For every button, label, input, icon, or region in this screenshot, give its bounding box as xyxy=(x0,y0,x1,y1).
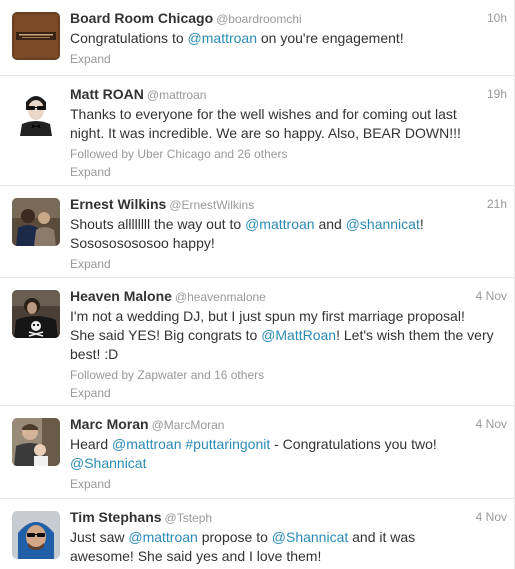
tweet-text-segment: Shouts allllllll the way out to xyxy=(70,216,246,232)
author-handle[interactable]: @boardroomchi xyxy=(216,12,302,26)
tweet-text-line: awesome! She said yes and I love them! xyxy=(70,547,507,566)
followed-by-note[interactable]: Followed by Zapwater and 16 others xyxy=(70,367,507,383)
author-handle[interactable]: @MarcMoran xyxy=(152,418,225,432)
mention-link[interactable]: @mattroan xyxy=(245,216,314,232)
tweet-text: I'm not a wedding DJ, but I just spun my… xyxy=(70,307,507,364)
author-handle[interactable]: @heavenmalone xyxy=(175,290,266,304)
tweet-text: Thanks to everyone for the well wishes a… xyxy=(70,105,507,143)
tweet-text-segment: ! xyxy=(419,216,424,232)
tweet-item[interactable]: Tim Stephans @Tsteph 4 Nov Just saw @matt… xyxy=(0,499,515,569)
tweet-text-line: Just saw @mattroan propose to @Shannicat… xyxy=(70,528,507,547)
expand-link[interactable]: Expand xyxy=(70,385,507,401)
tweet-text-line: I'm not a wedding DJ, but I just spun my… xyxy=(70,307,507,326)
tweet-text-segment: and it was xyxy=(348,529,416,545)
expand-link[interactable]: Expand xyxy=(70,164,507,180)
tweet-text-segment: Heard xyxy=(70,436,113,452)
timestamp[interactable]: 10h xyxy=(487,11,507,25)
author-handle[interactable]: @Tsteph xyxy=(165,511,213,525)
author-name[interactable]: Marc Moran xyxy=(70,416,149,432)
tweet-text-segment: propose to xyxy=(197,529,272,545)
tweet-text-line: Thanks to everyone for the well wishes a… xyxy=(70,105,507,124)
man-sunglasses-bowtie-avatar[interactable] xyxy=(12,88,60,136)
hashtag-link[interactable]: #puttaringonit xyxy=(185,436,270,452)
mention-link[interactable]: @mattroan xyxy=(188,30,257,46)
tweet-text-line: Heard @mattroan #puttaringonit - Congrat… xyxy=(70,435,507,454)
followed-by-note[interactable]: Followed by Uber Chicago and 26 others xyxy=(70,146,507,162)
timestamp[interactable]: 19h xyxy=(487,87,507,101)
author-name[interactable]: Tim Stephans xyxy=(70,509,162,525)
expand-link[interactable]: Expand xyxy=(70,256,507,272)
mention-link[interactable]: @MattRoan xyxy=(261,327,336,343)
tweet-text-line: Shouts allllllll the way out to @mattroa… xyxy=(70,215,507,234)
tweet-text-segment: Congratulations to xyxy=(70,30,188,46)
tweet-text-segment: Sosososososoo happy! xyxy=(70,235,215,251)
tweet-item[interactable]: Matt ROAN @mattroan 19h Thanks to everyon… xyxy=(0,76,515,186)
tweet-text-line: night. It was incredible. We are so happ… xyxy=(70,124,507,143)
tweet-text-segment: on you're engagement! xyxy=(257,30,404,46)
timestamp[interactable]: 21h xyxy=(487,197,507,211)
mention-link[interactable]: @Shannicat xyxy=(272,529,348,545)
tweet-text-line: Sosososososoo happy! xyxy=(70,234,507,253)
man-with-baby-avatar[interactable] xyxy=(12,418,60,466)
tweet-item[interactable]: Heaven Malone @heavenmalone 4 Nov I'm not… xyxy=(0,278,515,406)
tweet-text-segment: Just saw xyxy=(70,529,129,545)
expand-link[interactable]: Expand xyxy=(70,476,507,492)
two-people-photo-avatar[interactable] xyxy=(12,198,60,246)
mention-link[interactable]: @mattroan xyxy=(128,529,197,545)
tweet-text-segment: best! :D xyxy=(70,346,119,362)
boardroom-logo-avatar[interactable] xyxy=(12,12,60,60)
mention-link[interactable]: @shannicat xyxy=(346,216,420,232)
expand-link[interactable]: Expand xyxy=(70,51,507,67)
tweet-text-segment: Thanks to everyone for the well wishes a… xyxy=(70,106,457,122)
author-name[interactable]: Ernest Wilkins xyxy=(70,196,166,212)
skull-shirt-avatar[interactable] xyxy=(12,290,60,338)
tweet-text-line: She said YES! Big congrats to @MattRoan!… xyxy=(70,326,507,345)
tweet-text-segment: awesome! She said yes and I love them! xyxy=(70,548,322,564)
tweet-text: Shouts allllllll the way out to @mattroa… xyxy=(70,215,507,253)
tweet-text-line: Congratulations to @mattroan on you're e… xyxy=(70,29,507,48)
author-name[interactable]: Board Room Chicago xyxy=(70,10,213,26)
mention-link[interactable]: @Shannicat xyxy=(70,455,146,471)
timestamp[interactable]: 4 Nov xyxy=(476,510,507,524)
tweet-text-line: @Shannicat xyxy=(70,454,507,473)
tweet-text-segment: and xyxy=(314,216,346,232)
man-blue-hood-sunglasses-avatar[interactable] xyxy=(12,511,60,559)
tweet-text-segment: I'm not a wedding DJ, but I just spun my… xyxy=(70,308,465,324)
tweet-text-segment: ! Let's wish them the very xyxy=(336,327,494,343)
tweet-text-segment: night. It was incredible. We are so happ… xyxy=(70,125,461,141)
author-handle[interactable]: @ErnestWilkins xyxy=(169,198,254,212)
tweet-text: Heard @mattroan #puttaringonit - Congrat… xyxy=(70,435,507,473)
tweet-text-line: best! :D xyxy=(70,345,507,364)
author-handle[interactable]: @mattroan xyxy=(147,88,207,102)
author-name[interactable]: Heaven Malone xyxy=(70,288,172,304)
author-name[interactable]: Matt ROAN xyxy=(70,86,144,102)
tweet-item[interactable]: Board Room Chicago @boardroomchi 10h Cong… xyxy=(0,0,515,76)
mention-link[interactable]: @mattroan xyxy=(112,436,181,452)
tweet-text: Just saw @mattroan propose to @Shannicat… xyxy=(70,528,507,566)
timestamp[interactable]: 4 Nov xyxy=(476,417,507,431)
tweet-item[interactable]: Ernest Wilkins @ErnestWilkins 21h Shouts … xyxy=(0,186,515,278)
tweet-text-segment: - Congratulations you two! xyxy=(270,436,437,452)
tweet-text: Congratulations to @mattroan on you're e… xyxy=(70,29,507,48)
tweet-text-segment: She said YES! Big congrats to xyxy=(70,327,262,343)
tweet-item[interactable]: Marc Moran @MarcMoran 4 Nov Heard @mattro… xyxy=(0,406,515,499)
timestamp[interactable]: 4 Nov xyxy=(476,289,507,303)
